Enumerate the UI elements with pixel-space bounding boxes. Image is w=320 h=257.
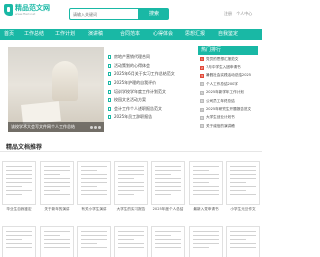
- doc-card[interactable]: 最新入党申请书: [189, 161, 223, 212]
- doc-thumbnail: [40, 161, 74, 205]
- doc-card-row: [0, 226, 262, 257]
- top-links: 注册 个人中心: [224, 11, 255, 17]
- doc-card[interactable]: [114, 226, 148, 257]
- doc-card-title: 2025年度个人总结: [152, 207, 184, 211]
- list-item[interactable]: 2025年6月关于实习工作总结范文: [108, 70, 192, 79]
- document-icon: [108, 55, 111, 60]
- doc-card[interactable]: 大学生的实习报告: [114, 161, 148, 212]
- rank-badge: 7: [200, 107, 204, 112]
- nav-item-summary[interactable]: 工作总结: [24, 29, 44, 40]
- main-nav: 首页 工作总结 工作计划 演讲稿 合同范本 心得体会 思想汇报 自我鉴定: [0, 29, 262, 40]
- document-icon: [108, 98, 111, 103]
- document-icon: [108, 89, 111, 94]
- doc-thumbnail: [189, 161, 223, 205]
- user-center-link[interactable]: 个人中心: [236, 11, 252, 16]
- document-icon: [108, 72, 111, 77]
- doc-card[interactable]: [226, 226, 260, 257]
- doc-card[interactable]: 2025年度个人总结: [151, 161, 185, 212]
- list-item[interactable]: 培训学校学年度工作计划范文: [108, 87, 192, 96]
- list-item[interactable]: 2025年员工辞职报告: [108, 113, 192, 122]
- doc-card-title: 大学生的实习报告: [116, 207, 146, 211]
- hot-doc-list: 房地产营销代理合同 活动策划的心得体会 2025年6月关于实习工作总结范文 20…: [108, 53, 192, 122]
- ranking-item[interactable]: 5 2025年新学年工作计划: [198, 89, 258, 97]
- hero-photo-lamp: [52, 61, 78, 101]
- doc-card[interactable]: 毕业生自我鉴定: [2, 161, 36, 212]
- doc-thumbnail: [151, 161, 185, 205]
- ranking-item[interactable]: 3 暑假社会实践活动总结2025: [198, 72, 258, 80]
- doc-thumbnail: [77, 161, 111, 205]
- ranking-item[interactable]: 8 大学生创业计划书: [198, 114, 258, 122]
- carousel-dots[interactable]: [90, 126, 101, 129]
- logo-url: www.ffwd.net: [15, 12, 36, 16]
- list-item[interactable]: 活动策划的心得体会: [108, 62, 192, 71]
- nav-item-thought-report[interactable]: 思想汇报: [185, 29, 205, 40]
- ranking-item[interactable]: 6 公司员工年终总结: [198, 97, 258, 105]
- ranking-item[interactable]: 1 党员的思想汇报范文: [198, 55, 258, 63]
- rank-badge: 9: [200, 124, 204, 129]
- doc-card-title: 关于新年的演讲: [44, 207, 70, 211]
- section-divider: [0, 151, 262, 152]
- doc-thumbnail: [77, 226, 111, 257]
- nav-item-contract[interactable]: 合同范本: [120, 29, 140, 40]
- header: 精品范文网 www.ffwd.net 搜索 注册 个人中心: [0, 0, 262, 29]
- ranking-item[interactable]: 2 7月中学生入团申请书: [198, 63, 258, 71]
- doc-card[interactable]: 小学生元旦作文: [226, 161, 260, 212]
- rank-badge: 8: [200, 115, 204, 120]
- list-item[interactable]: 房地产营销代理合同: [108, 53, 192, 62]
- doc-thumbnail: [189, 226, 223, 257]
- nav-item-home[interactable]: 首页: [4, 29, 14, 40]
- nav-item-self-assessment[interactable]: 自我鉴定: [218, 29, 238, 40]
- rank-badge: 3: [200, 73, 204, 78]
- list-item[interactable]: 会计工作个人述职报告范文: [108, 105, 192, 114]
- document-icon: [108, 63, 111, 68]
- rank-badge: 1: [200, 57, 204, 62]
- doc-thumbnail: [114, 161, 148, 205]
- ranking-item[interactable]: 9 关于诚信的演讲稿: [198, 122, 258, 130]
- document-icon: [108, 115, 111, 120]
- search-button[interactable]: 搜索: [139, 8, 169, 20]
- doc-card-title: 最新入党申请书: [193, 207, 219, 211]
- doc-thumbnail: [2, 161, 36, 205]
- doc-thumbnail: [151, 226, 185, 257]
- doc-thumbnail: [114, 226, 148, 257]
- doc-thumbnail: [226, 226, 260, 257]
- rank-badge: 6: [200, 99, 204, 104]
- hot-ranking: 热门排行 1 党员的思想汇报范文 2 7月中学生入团申请书 3 暑假社会实践活动总结2…: [198, 46, 258, 131]
- doc-card-title: 毕业生自我鉴定: [6, 207, 32, 211]
- hero-banner[interactable]: 该校学术大会写文件网个人工作总结: [8, 47, 104, 132]
- list-item[interactable]: 校园文艺活动方案: [108, 96, 192, 105]
- doc-card[interactable]: [2, 226, 36, 257]
- rank-badge: 5: [200, 90, 204, 95]
- document-icon: [108, 81, 111, 86]
- doc-card[interactable]: [189, 226, 223, 257]
- ranking-item[interactable]: 7 2025年研究生开题报告范文: [198, 105, 258, 113]
- nav-item-plan[interactable]: 工作计划: [55, 29, 75, 40]
- search-input[interactable]: [69, 8, 139, 20]
- ranking-title: 热门排行: [198, 46, 258, 55]
- doc-card-row: 毕业生自我鉴定 关于新年的演讲 有关小学生演讲 大学生的实习报告 2025年度个…: [0, 161, 262, 215]
- doc-card-title: 有关小学生演讲: [81, 207, 107, 211]
- register-link[interactable]: 注册: [224, 11, 232, 16]
- logo-icon: [4, 4, 13, 16]
- doc-card[interactable]: [77, 226, 111, 257]
- nav-item-experience[interactable]: 心得体会: [153, 29, 173, 40]
- document-icon: [108, 106, 111, 111]
- rank-badge: 2: [200, 65, 204, 70]
- ranking-item[interactable]: 4 个人工作总结200字: [198, 80, 258, 88]
- list-item[interactable]: 2025年护理的自我评价: [108, 79, 192, 88]
- doc-card[interactable]: [40, 226, 74, 257]
- doc-card[interactable]: 有关小学生演讲: [77, 161, 111, 212]
- section-title: 精品文档推荐: [6, 144, 43, 151]
- doc-thumbnail: [2, 226, 36, 257]
- doc-thumbnail: [226, 161, 260, 205]
- doc-card[interactable]: 关于新年的演讲: [40, 161, 74, 212]
- nav-item-speech[interactable]: 演讲稿: [88, 29, 103, 40]
- rank-badge: 4: [200, 82, 204, 87]
- logo-title: 精品范文网: [15, 4, 50, 12]
- site-logo[interactable]: 精品范文网 www.ffwd.net: [4, 4, 50, 16]
- doc-card[interactable]: [151, 226, 185, 257]
- doc-thumbnail: [40, 226, 74, 257]
- doc-card-title: 小学生元旦作文: [230, 207, 256, 211]
